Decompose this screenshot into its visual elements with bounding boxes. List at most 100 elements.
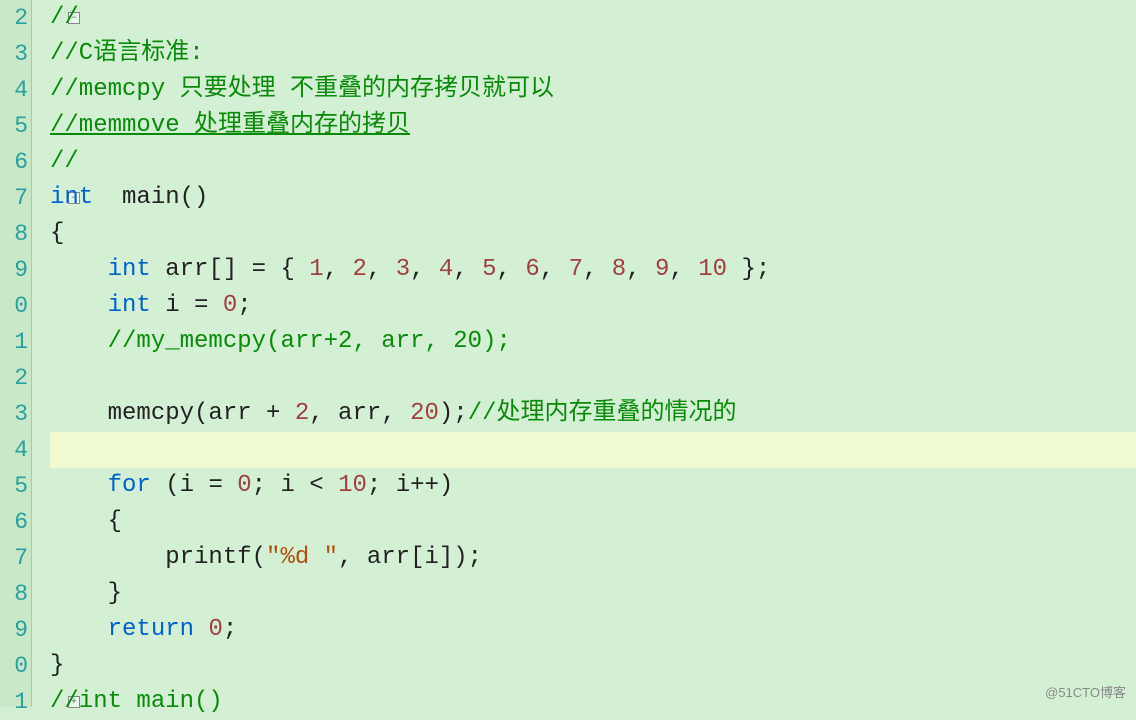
line-number: 4 xyxy=(0,72,28,108)
code-token: 2 xyxy=(352,256,366,283)
code-token: 2 xyxy=(295,400,309,427)
line-number: 2 xyxy=(0,360,28,396)
code-token: }; xyxy=(727,256,770,283)
line-number: 0 xyxy=(0,288,28,324)
code-token: , xyxy=(410,256,439,283)
code-token: 1 xyxy=(309,256,323,283)
line-number: 9 xyxy=(0,612,28,648)
code-token: i = xyxy=(151,292,223,319)
line-number: 6 xyxy=(0,504,28,540)
line-number: 6 xyxy=(0,144,28,180)
code-line[interactable]: int i = 0; xyxy=(50,288,1136,324)
code-token: 20 xyxy=(410,400,439,427)
code-token xyxy=(50,328,108,355)
code-line[interactable]: memcpy(arr + 2, arr, 20);//处理内存重叠的情况的 xyxy=(50,396,1136,432)
line-number: 0 xyxy=(0,648,28,684)
code-token: ; i < xyxy=(252,472,338,499)
line-number: 8 xyxy=(0,216,28,252)
line-number: 8 xyxy=(0,576,28,612)
code-token: int xyxy=(108,256,151,283)
code-line[interactable]: //memcpy 只要处理 不重叠的内存拷贝就可以 xyxy=(50,72,1136,108)
code-line[interactable]: int main() xyxy=(50,180,1136,216)
code-token: ); xyxy=(439,400,468,427)
code-token: ; i++) xyxy=(367,472,453,499)
code-token: 6 xyxy=(525,256,539,283)
code-line[interactable]: int arr[] = { 1, 2, 3, 4, 5, 6, 7, 8, 9,… xyxy=(50,252,1136,288)
code-token: { xyxy=(50,220,64,247)
code-token xyxy=(50,256,108,283)
code-token: int xyxy=(50,184,93,211)
code-token: , xyxy=(324,256,353,283)
code-token: 3 xyxy=(396,256,410,283)
line-number: 3 xyxy=(0,36,28,72)
code-line[interactable]: // xyxy=(50,144,1136,180)
code-token: } xyxy=(50,652,64,679)
code-token: 0 xyxy=(208,616,222,643)
code-token: //memmove 处理重叠内存的拷贝 xyxy=(50,112,410,139)
watermark: @51CTO博客 xyxy=(1045,682,1126,701)
code-token: , arr[i]); xyxy=(338,544,482,571)
code-line[interactable]: } xyxy=(50,648,1136,684)
code-token: ; xyxy=(223,616,237,643)
code-token: , xyxy=(367,256,396,283)
line-number: 3 xyxy=(0,396,28,432)
code-line[interactable]: //C语言标准: xyxy=(50,36,1136,72)
line-gutter: 23456789012345678901 xyxy=(0,0,32,707)
code-token: // xyxy=(50,4,79,31)
code-token: 9 xyxy=(655,256,669,283)
code-line[interactable]: //my_memcpy(arr+2, arr, 20); xyxy=(50,324,1136,360)
line-number: 7 xyxy=(0,180,28,216)
code-token: "%d " xyxy=(266,544,338,571)
code-token: arr[] = { xyxy=(151,256,309,283)
code-line[interactable] xyxy=(50,432,1136,468)
code-token: //my_memcpy(arr+2, arr, 20); xyxy=(108,328,511,355)
code-line[interactable]: for (i = 0; i < 10; i++) xyxy=(50,468,1136,504)
code-token: { xyxy=(50,508,122,535)
line-number: 1 xyxy=(0,324,28,360)
line-number: 5 xyxy=(0,468,28,504)
code-token xyxy=(50,472,108,499)
code-token: , xyxy=(669,256,698,283)
code-token: , arr, xyxy=(309,400,410,427)
code-token xyxy=(50,616,108,643)
code-token: 7 xyxy=(569,256,583,283)
code-token: , xyxy=(540,256,569,283)
code-line[interactable] xyxy=(50,360,1136,396)
code-token: return xyxy=(108,616,194,643)
code-line[interactable]: { xyxy=(50,216,1136,252)
code-token: 10 xyxy=(698,256,727,283)
code-token: //C语言标准: xyxy=(50,40,204,67)
code-token: 8 xyxy=(612,256,626,283)
code-token: 0 xyxy=(223,292,237,319)
code-line[interactable]: } xyxy=(50,576,1136,612)
code-token: memcpy(arr + xyxy=(50,400,295,427)
line-number: 5 xyxy=(0,108,28,144)
code-token: for xyxy=(108,472,151,499)
code-line[interactable]: printf("%d ", arr[i]); xyxy=(50,540,1136,576)
code-line[interactable]: //memmove 处理重叠内存的拷贝 xyxy=(50,108,1136,144)
code-token: , xyxy=(453,256,482,283)
code-token: printf( xyxy=(50,544,266,571)
code-token: //处理内存重叠的情况的 xyxy=(468,400,737,427)
code-token: , xyxy=(626,256,655,283)
code-line[interactable]: return 0; xyxy=(50,612,1136,648)
code-token: , xyxy=(497,256,526,283)
code-token: main() xyxy=(93,184,208,211)
code-token xyxy=(194,616,208,643)
code-token: // xyxy=(50,148,79,175)
current-line-highlight xyxy=(50,432,1136,468)
code-token: 4 xyxy=(439,256,453,283)
code-editor[interactable]: 23456789012345678901 −////C语言标准://memcpy… xyxy=(0,0,1136,707)
code-line[interactable]: // xyxy=(50,0,1136,36)
code-token: //memcpy 只要处理 不重叠的内存拷贝就可以 xyxy=(50,76,554,103)
line-number: 1 xyxy=(0,684,28,720)
code-token: } xyxy=(50,580,122,607)
code-token: (i = xyxy=(151,472,237,499)
code-area[interactable]: −////C语言标准://memcpy 只要处理 不重叠的内存拷贝就可以//me… xyxy=(32,0,1136,707)
line-number: 7 xyxy=(0,540,28,576)
code-line[interactable]: { xyxy=(50,504,1136,540)
line-number: 9 xyxy=(0,252,28,288)
line-number: 4 xyxy=(0,432,28,468)
code-line[interactable]: //int main() xyxy=(50,684,1136,720)
code-token: int xyxy=(108,292,151,319)
